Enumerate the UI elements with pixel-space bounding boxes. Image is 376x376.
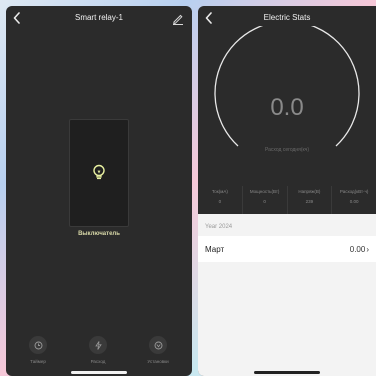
consumption-gauge: 0.0 Расход сегодня(кч) xyxy=(198,26,376,191)
electric-stats-screen: Electric Stats 0.0 Расход сегодня(кч) То… xyxy=(198,6,376,376)
stat-power: Мощность(Вт) 0 xyxy=(241,186,287,214)
stat-value: 0.00 xyxy=(349,199,359,204)
page-title: Smart relay-1 xyxy=(74,13,123,22)
home-indicator xyxy=(254,371,320,374)
settings-icon xyxy=(149,336,167,354)
nav-consumption[interactable]: Расход xyxy=(78,336,118,364)
stat-value: 0 xyxy=(218,199,222,204)
clock-icon xyxy=(29,336,47,354)
gauge-caption: Расход сегодня(кч) xyxy=(264,147,310,153)
lightbulb-icon xyxy=(92,164,106,182)
stat-current: Ток(мА) 0 xyxy=(198,186,242,214)
edit-icon[interactable] xyxy=(172,12,184,25)
stat-consumption: Расход(кВт·ч) 0.00 xyxy=(331,186,376,214)
stat-voltage: Напряж(В) 239 xyxy=(286,186,332,214)
chevron-right-icon: › xyxy=(366,244,369,254)
stat-label: Напряж(В) xyxy=(298,189,321,194)
relay-switch-tile[interactable] xyxy=(69,119,129,227)
stat-label: Расход(кВт·ч) xyxy=(339,189,369,194)
gauge-value: 0.0 xyxy=(270,94,304,121)
year-header: Year 2024 xyxy=(205,224,233,230)
smart-relay-screen: Smart relay-1 Выключатель Таймер Расход … xyxy=(6,6,192,376)
monthly-list: Year 2024 Март 0.00 › xyxy=(198,214,376,376)
nav-label: Таймер xyxy=(30,359,46,364)
list-item[interactable]: Март 0.00 › xyxy=(198,236,376,262)
nav-label: Расход xyxy=(90,359,106,364)
nav-label: Установки xyxy=(147,359,169,364)
top-bar: Smart relay-1 xyxy=(6,6,192,32)
stat-label: Ток(мА) xyxy=(211,189,228,194)
stats-row: Ток(мА) 0 Мощность(Вт) 0 Напряж(В) 239 Р… xyxy=(198,186,376,214)
stat-label: Мощность(Вт) xyxy=(249,189,280,194)
page-title: Electric Stats xyxy=(263,13,311,22)
stat-value: 0 xyxy=(263,199,266,204)
nav-settings[interactable]: Установки xyxy=(138,336,178,364)
stat-value: 239 xyxy=(305,199,314,204)
lightning-icon xyxy=(89,336,107,354)
month-value: 0.00 xyxy=(349,244,366,254)
home-indicator xyxy=(71,371,127,374)
bottom-nav: Таймер Расход Установки xyxy=(6,336,192,376)
nav-timer[interactable]: Таймер xyxy=(18,336,58,364)
month-name: Март xyxy=(205,244,225,254)
relay-label: Выключатель xyxy=(78,231,120,237)
